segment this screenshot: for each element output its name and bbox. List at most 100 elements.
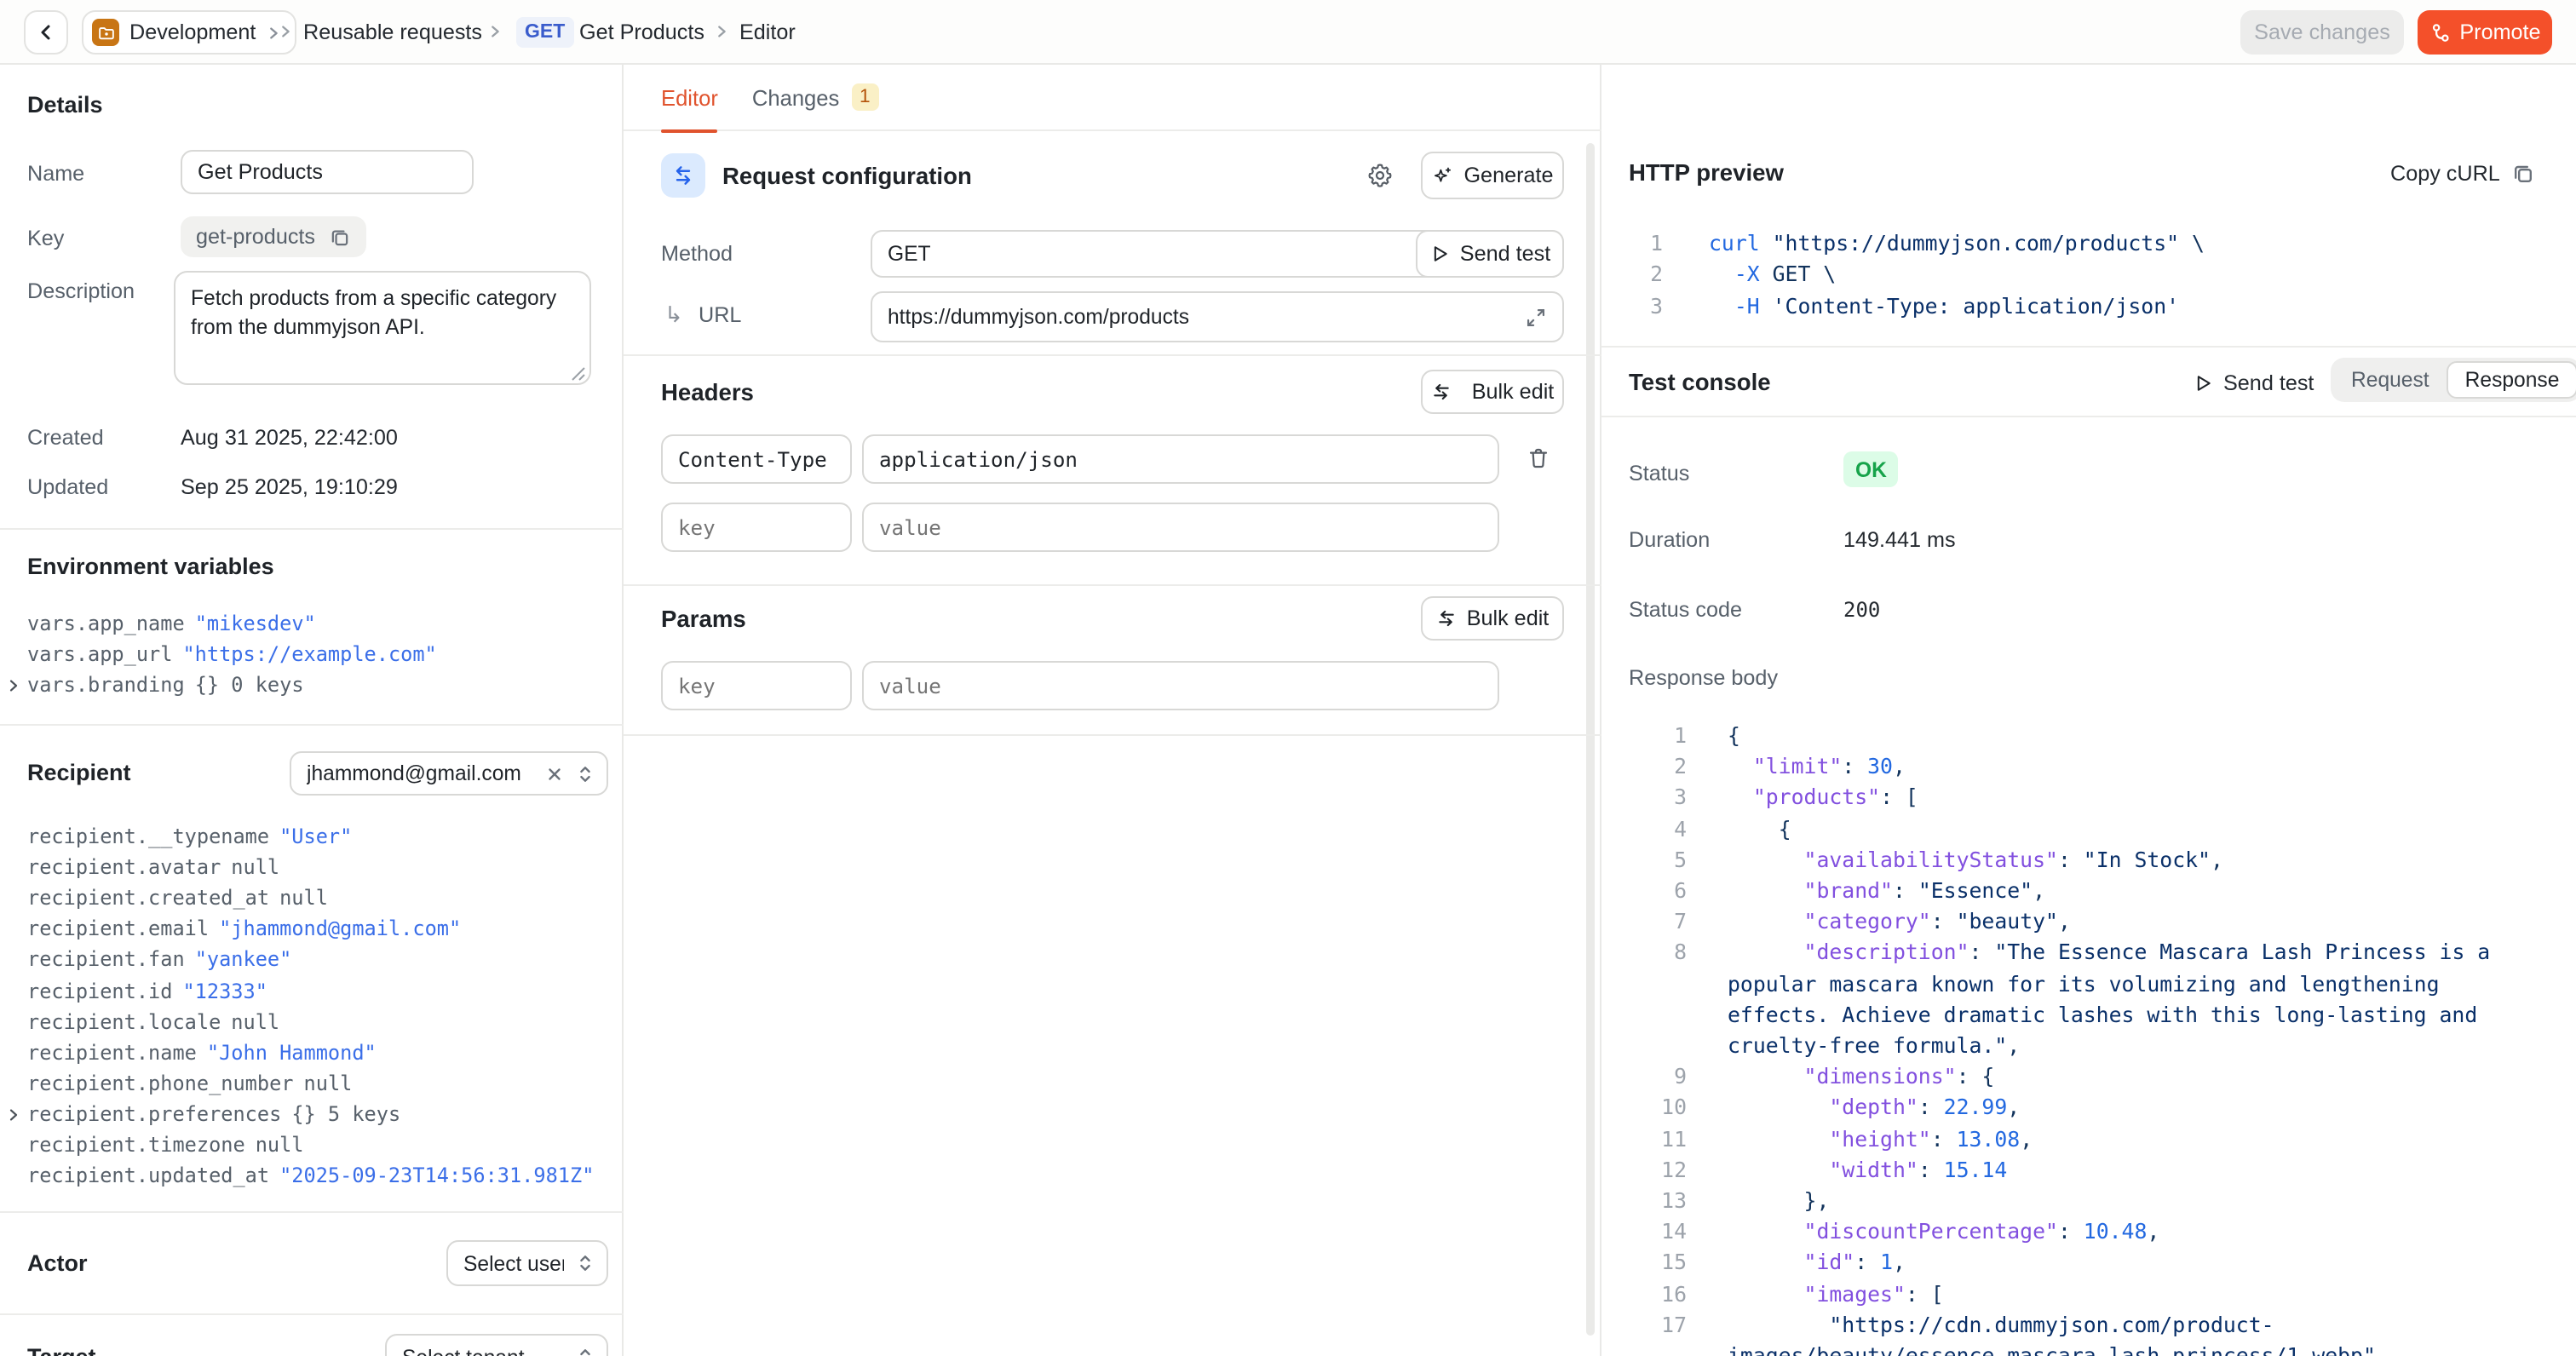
gear-icon[interactable] (1366, 162, 1394, 189)
response-line: 16 "images": [ (1629, 1278, 2530, 1309)
status-code-value: 200 (1843, 598, 1880, 622)
test-console-title: Test console (1629, 370, 1771, 395)
tab-changes[interactable]: Changes 1 (752, 64, 878, 130)
tab-editor[interactable]: Editor (661, 64, 718, 130)
top-bar: Development Reusable requests GET Get Pr… (0, 0, 2576, 65)
recipient-prop-row: recipient.__typename "User" (27, 821, 594, 852)
project-name: Development (129, 20, 256, 44)
expand-caret-icon[interactable] (7, 1107, 20, 1123)
recipient-props-list: recipient.__typename "User" recipient.av… (27, 821, 594, 1191)
response-line: 4 { (1629, 813, 2530, 844)
changes-count-badge: 1 (851, 83, 878, 111)
updated-label: Updated (27, 475, 108, 499)
preview-panel: HTTP preview Copy cURL 1 curl "https://d… (1601, 65, 2576, 1356)
console-send-test-button[interactable]: Send test (2193, 371, 2314, 395)
swap-arrows-icon (1436, 608, 1457, 629)
header-value-field-empty[interactable] (862, 503, 1499, 552)
params-bulk-edit-button[interactable]: Bulk edit (1421, 596, 1564, 641)
header-value-field[interactable] (862, 434, 1499, 484)
chevron-updown-icon (576, 1346, 595, 1356)
description-field[interactable]: Fetch products from a specific category … (174, 271, 591, 385)
breadcrumb-request-name[interactable]: Get Products (579, 20, 704, 44)
target-select[interactable]: Select tenant (385, 1334, 608, 1356)
project-switcher[interactable]: Development (82, 10, 296, 55)
breadcrumb-reusable-requests[interactable]: Reusable requests (303, 20, 482, 44)
response-line: 13 }, (1629, 1186, 2530, 1216)
promote-button[interactable]: Promote (2418, 10, 2552, 55)
method-label: Method (661, 242, 733, 266)
actor-title: Actor (27, 1250, 88, 1276)
resize-handle-icon[interactable] (569, 365, 586, 382)
response-line: 6 "brand": "Essence", (1629, 876, 2530, 906)
name-field[interactable] (181, 150, 474, 194)
copy-curl-button[interactable]: Copy cURL (2390, 162, 2536, 186)
response-line: 2 "limit": 30, (1629, 751, 2530, 782)
env-var-row: vars.app_name "mikesdev" (27, 608, 437, 639)
expand-icon[interactable] (1525, 306, 1547, 328)
generate-button[interactable]: Generate (1421, 152, 1564, 199)
copy-icon (2512, 162, 2536, 186)
response-line: 12 "width": 15.14 (1629, 1155, 2530, 1186)
header-key-field[interactable] (661, 434, 852, 484)
env-vars-list: vars.app_name "mikesdev" vars.app_url "h… (27, 608, 437, 701)
param-value-field[interactable] (862, 661, 1499, 710)
play-icon (2193, 373, 2213, 394)
recipient-prop-row: recipient.id "12333" (27, 975, 594, 1006)
request-tab[interactable]: Request (2334, 361, 2447, 399)
response-line: 15 "id": 1, (1629, 1248, 2530, 1278)
recipient-prop-row: recipient.fan "yankee" (27, 945, 594, 975)
trash-icon[interactable] (1527, 446, 1550, 470)
back-button[interactable] (24, 10, 68, 55)
expand-caret-icon[interactable] (7, 678, 20, 693)
breadcrumb-separator-icon (487, 22, 503, 41)
actor-select[interactable]: Select user (446, 1240, 608, 1286)
sparkles-icon (1431, 164, 1453, 187)
response-line: 9 "dimensions": { (1629, 1061, 2530, 1092)
details-title: Details (27, 92, 103, 118)
recipient-prop-row: recipient.locale null (27, 1006, 594, 1037)
recipient-prop-row: recipient.avatar null (27, 852, 594, 882)
updated-value: Sep 25 2025, 19:10:29 (181, 475, 398, 499)
chevron-left-icon (36, 22, 56, 43)
duration-label: Duration (1629, 528, 1710, 552)
response-line: 10 "depth": 22.99, (1629, 1093, 2530, 1123)
response-line: 17 "https://cdn.dummyjson.com/product-im… (1629, 1310, 2530, 1356)
env-var-row: vars.app_url "https://example.com" (27, 639, 437, 669)
save-changes-button[interactable]: Save changes (2240, 10, 2404, 55)
recipient-prop-row: recipient.created_at null (27, 882, 594, 913)
send-test-button[interactable]: Send test (1416, 230, 1564, 278)
status-code-label: Status code (1629, 598, 1742, 622)
copy-icon[interactable] (329, 226, 351, 248)
param-key-field[interactable] (661, 661, 852, 710)
response-line: 7 "category": "beauty", (1629, 906, 2530, 937)
headers-bulk-edit-button[interactable]: Bulk edit (1421, 370, 1564, 414)
created-label: Created (27, 426, 104, 450)
curl-line: 2 -X GET \ (1629, 260, 2549, 291)
url-arrow-icon: ↳ (664, 302, 683, 329)
curl-line: 3 -H 'Content-Type: application/json' (1629, 290, 2549, 322)
method-badge: GET (516, 17, 573, 48)
request-config-icon (661, 153, 705, 198)
header-key-field-empty[interactable] (661, 503, 852, 552)
url-field[interactable]: https://dummyjson.com/products (871, 291, 1564, 342)
request-config-title: Request configuration (722, 164, 972, 189)
recipient-combobox[interactable]: jhammond@gmail.com (290, 751, 608, 796)
breadcrumb-separator-icon (278, 22, 293, 41)
url-label: URL (699, 303, 741, 327)
recipient-selected: jhammond@gmail.com (307, 761, 533, 785)
recipient-prop-row: recipient.phone_number null (27, 1068, 594, 1099)
chevron-updown-icon (576, 1252, 595, 1274)
clear-icon[interactable] (545, 764, 564, 783)
chevron-updown-icon[interactable] (576, 762, 595, 784)
recipient-title: Recipient (27, 760, 131, 785)
curl-preview-code: 1 curl "https://dummyjson.com/products" … (1629, 228, 2549, 322)
response-line: 1 { (1629, 721, 2530, 751)
scrollbar[interactable] (1586, 143, 1595, 1336)
response-tab[interactable]: Response (2447, 361, 2576, 399)
http-preview-title: HTTP preview (1629, 160, 1784, 186)
status-badge: OK (1843, 451, 1899, 487)
response-body-label: Response body (1629, 666, 1778, 690)
curl-line: 1 curl "https://dummyjson.com/products" … (1629, 228, 2549, 260)
recipient-prop-row: recipient.preferences {} 5 keys (27, 1099, 594, 1129)
target-title: Target (27, 1344, 96, 1356)
